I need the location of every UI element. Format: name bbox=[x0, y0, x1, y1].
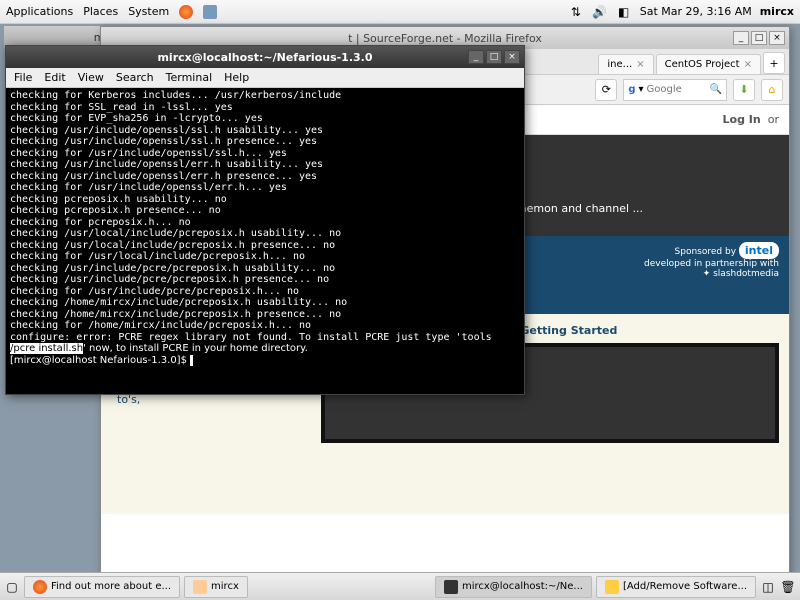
folder-icon bbox=[193, 580, 207, 594]
network-icon[interactable]: ⇅ bbox=[568, 4, 584, 20]
tab-1[interactable]: ine... × bbox=[598, 54, 653, 74]
menu-help[interactable]: Help bbox=[224, 71, 249, 84]
downloads-button[interactable]: ⬇ bbox=[733, 79, 755, 101]
top-tray: ⇅ 🔊 ◧ Sat Mar 29, 3:16 AM mircx bbox=[568, 4, 794, 20]
chevron-down-icon[interactable]: ▾ bbox=[639, 84, 644, 95]
launcher-icon[interactable] bbox=[203, 5, 217, 19]
minimize-button[interactable]: _ bbox=[468, 50, 484, 64]
search-box[interactable]: g ▾ 🔍 bbox=[623, 79, 727, 101]
menu-places[interactable]: Places bbox=[83, 5, 118, 18]
maximize-button[interactable]: □ bbox=[751, 31, 767, 45]
tab-label: CentOS Project bbox=[665, 59, 740, 70]
taskbar-item-1[interactable]: Find out more about e... bbox=[24, 576, 180, 598]
terminal-window-controls: _ □ × bbox=[468, 50, 520, 64]
menu-applications[interactable]: Applications bbox=[6, 5, 73, 18]
volume-icon[interactable]: 🔊 bbox=[592, 4, 608, 20]
or-text: or bbox=[768, 113, 779, 126]
home-button[interactable]: ⌂ bbox=[761, 79, 783, 101]
clock[interactable]: Sat Mar 29, 3:16 AM bbox=[640, 5, 752, 18]
taskbar-item-2[interactable]: mircx bbox=[184, 576, 248, 598]
login-link[interactable]: Log In bbox=[723, 113, 761, 126]
sponsor-label: Sponsored by bbox=[675, 247, 736, 257]
close-button[interactable]: × bbox=[769, 31, 785, 45]
firefox-window-controls: _ □ × bbox=[733, 31, 785, 45]
login-area: Log In or bbox=[723, 113, 779, 126]
workspace-switcher[interactable]: ◫ bbox=[760, 579, 776, 595]
search-icon[interactable]: 🔍 bbox=[710, 84, 722, 95]
menu-search[interactable]: Search bbox=[116, 71, 154, 84]
menu-system[interactable]: System bbox=[128, 5, 169, 18]
terminal-icon bbox=[444, 580, 458, 594]
slashdot-logo: ✦ slashdotmedia bbox=[703, 269, 779, 279]
terminal-window: mircx@localhost:~/Nefarious-1.3.0 _ □ × … bbox=[5, 45, 525, 395]
search-engine-icon: g bbox=[628, 84, 635, 95]
firefox-launcher-icon[interactable] bbox=[179, 5, 193, 19]
taskbar-item-3[interactable]: mircx@localhost:~/Ne... bbox=[435, 576, 592, 598]
tab-close-icon[interactable]: × bbox=[744, 59, 752, 70]
taskbar-label: mircx bbox=[211, 581, 239, 592]
firefox-title-text: t | SourceForge.net - Mozilla Firefox bbox=[348, 32, 542, 45]
taskbar-label: mircx@localhost:~/Ne... bbox=[462, 581, 583, 592]
partner-label: developed in partnership with bbox=[644, 259, 779, 269]
menu-edit[interactable]: Edit bbox=[44, 71, 65, 84]
close-button[interactable]: × bbox=[504, 50, 520, 64]
reload-button[interactable]: ⟳ bbox=[595, 79, 617, 101]
show-desktop-icon[interactable]: ▢ bbox=[4, 579, 20, 595]
package-icon bbox=[605, 580, 619, 594]
terminal-output[interactable]: checking for Kerberos includes... /usr/k… bbox=[6, 88, 524, 394]
maximize-button[interactable]: □ bbox=[486, 50, 502, 64]
search-input[interactable] bbox=[647, 84, 707, 95]
trash-icon[interactable]: 🗑 bbox=[780, 579, 796, 595]
user-menu[interactable]: mircx bbox=[760, 5, 794, 18]
taskbar-item-4[interactable]: [Add/Remove Software... bbox=[596, 576, 756, 598]
tab-2[interactable]: CentOS Project × bbox=[656, 54, 761, 74]
tab-label: ine... bbox=[607, 59, 632, 70]
gnome-top-panel: Applications Places System ⇅ 🔊 ◧ Sat Mar… bbox=[0, 0, 800, 24]
menu-file[interactable]: File bbox=[14, 71, 32, 84]
terminal-menubar: File Edit View Search Terminal Help bbox=[6, 68, 524, 88]
tray-icon[interactable]: ◧ bbox=[616, 4, 632, 20]
terminal-title-text: mircx@localhost:~/Nefarious-1.3.0 bbox=[157, 51, 372, 64]
firefox-icon bbox=[33, 580, 47, 594]
menu-view[interactable]: View bbox=[78, 71, 104, 84]
terminal-titlebar[interactable]: mircx@localhost:~/Nefarious-1.3.0 _ □ × bbox=[6, 46, 524, 68]
menu-terminal[interactable]: Terminal bbox=[166, 71, 213, 84]
sponsor-block: Sponsored by intel developed in partners… bbox=[644, 242, 779, 279]
intel-logo: intel bbox=[739, 242, 779, 259]
gnome-bottom-panel: ▢ Find out more about e... mircx mircx@l… bbox=[0, 572, 800, 600]
top-menu-left: Applications Places System bbox=[6, 5, 217, 19]
new-tab-button[interactable]: + bbox=[763, 52, 785, 74]
taskbar-label: [Add/Remove Software... bbox=[623, 581, 747, 592]
tab-close-icon[interactable]: × bbox=[636, 59, 644, 70]
taskbar-label: Find out more about e... bbox=[51, 581, 171, 592]
minimize-button[interactable]: _ bbox=[733, 31, 749, 45]
